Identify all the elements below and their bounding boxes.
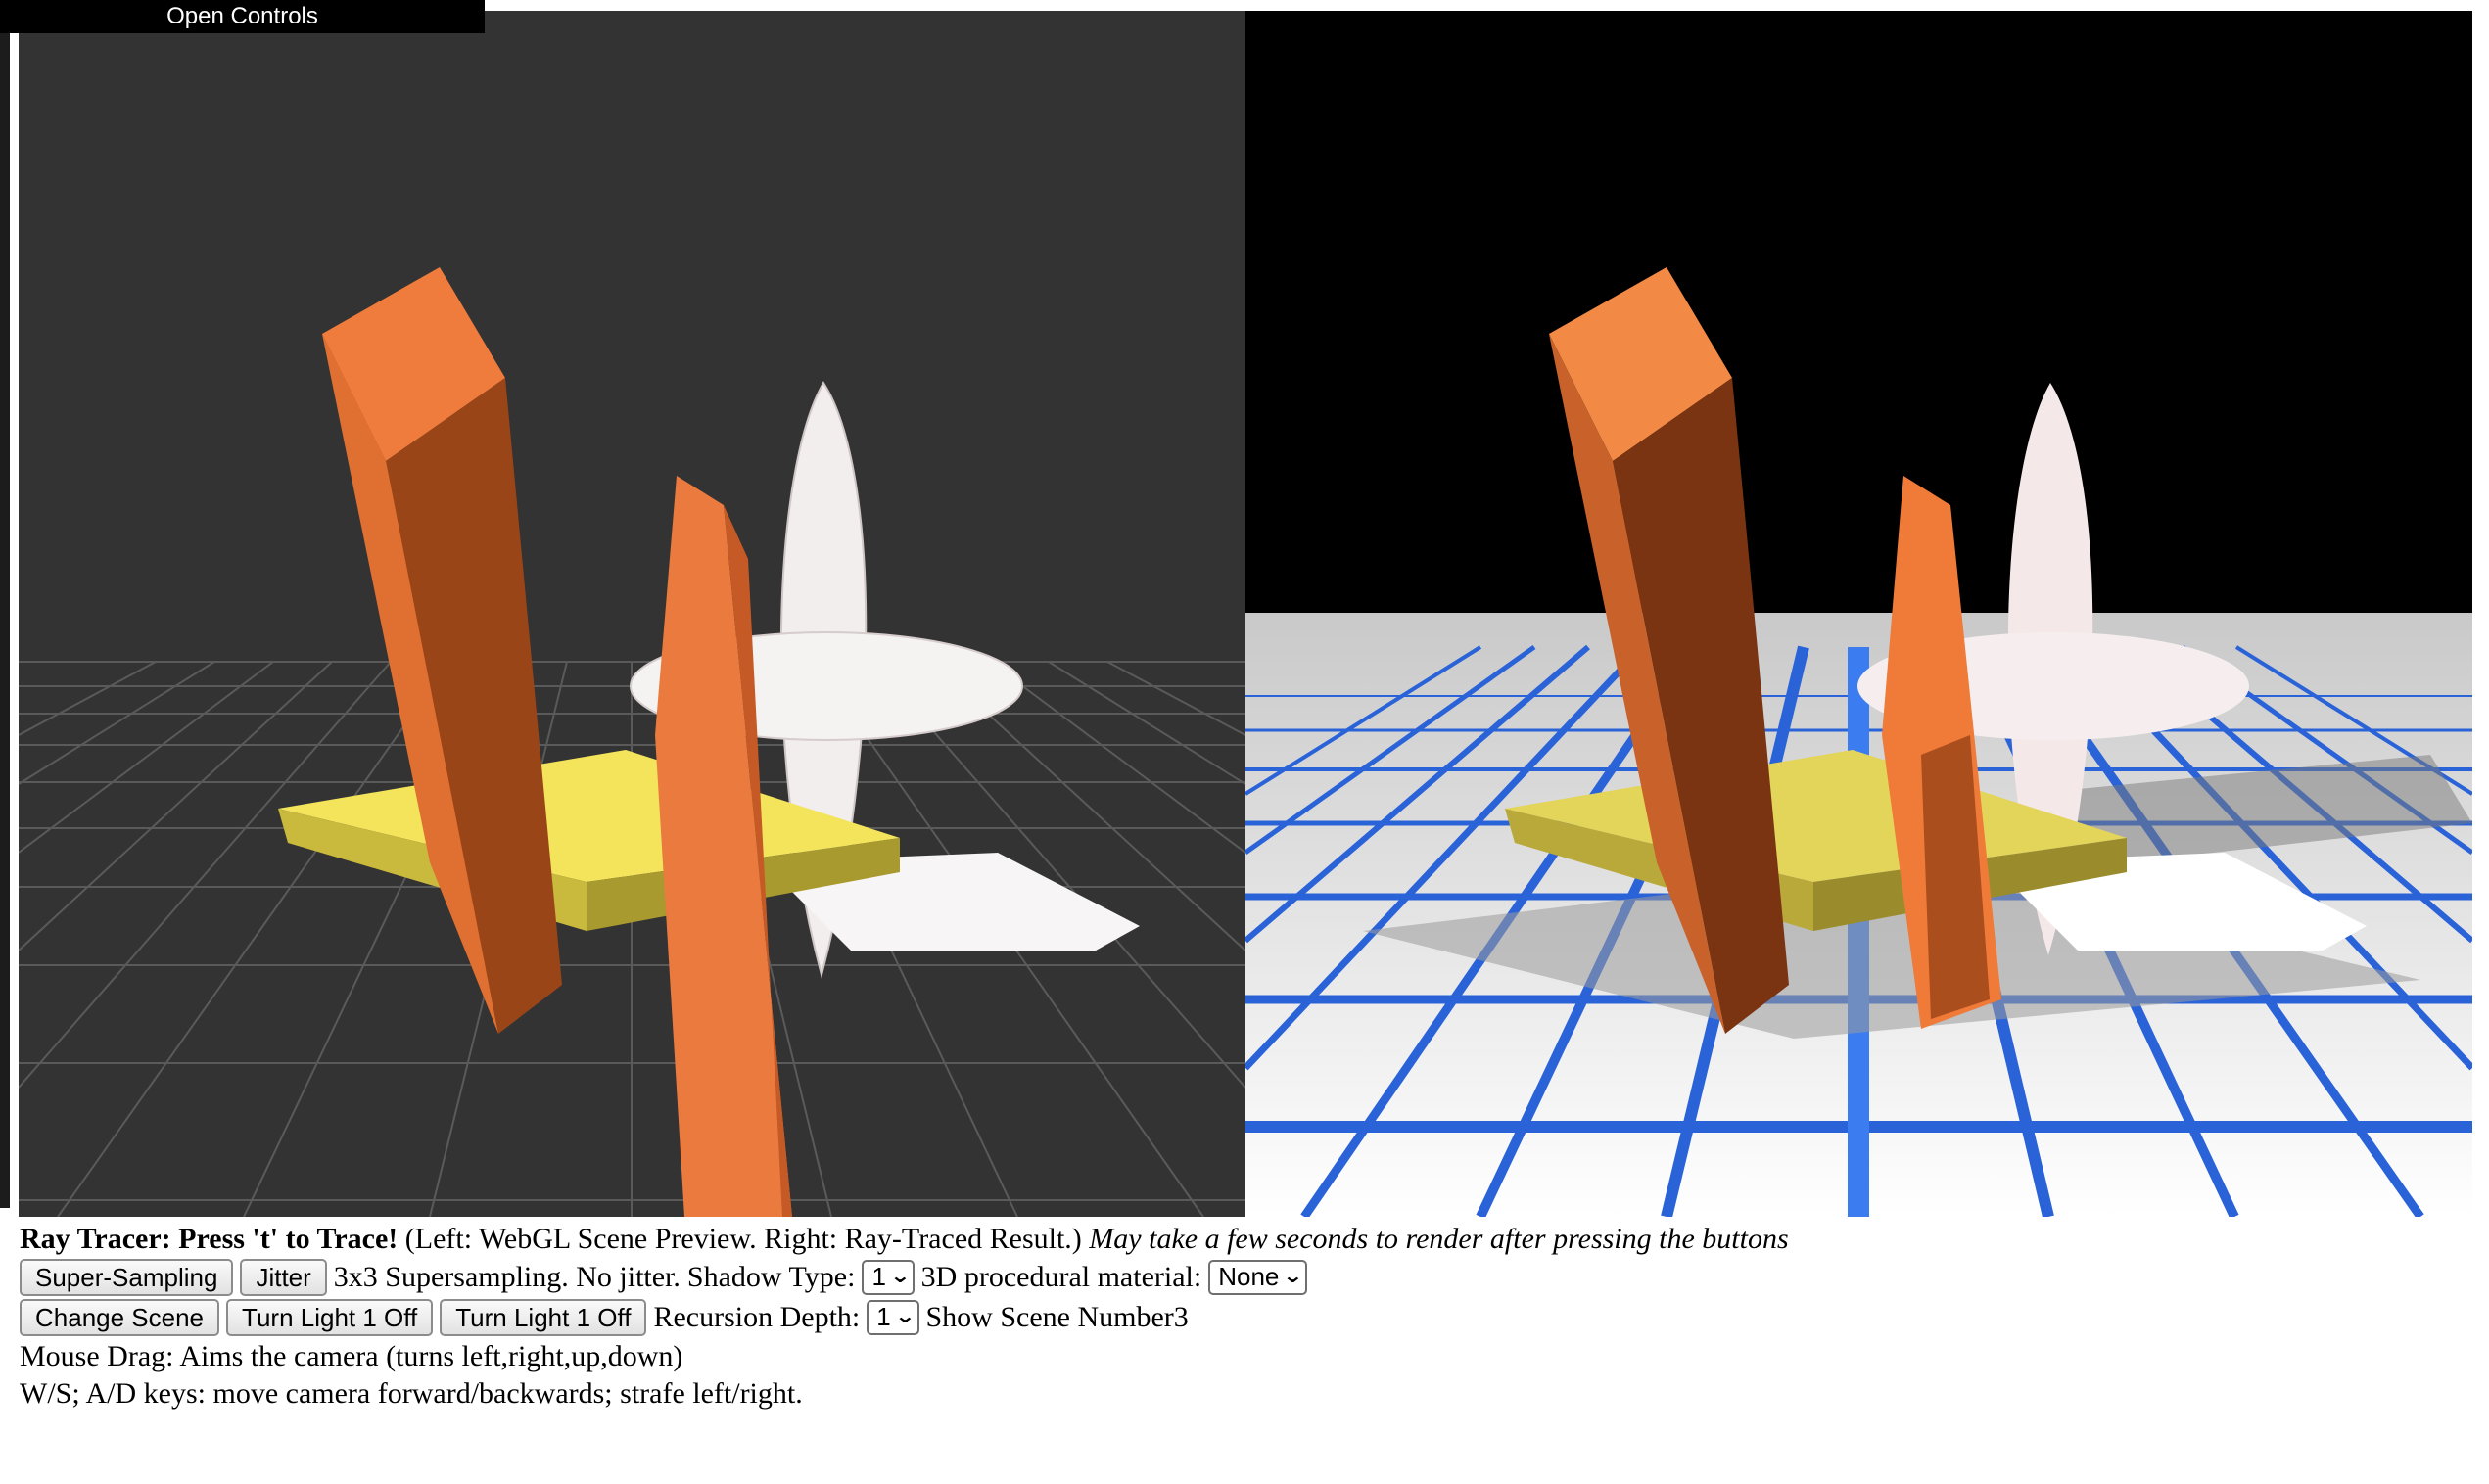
material-label: 3D procedural material:: [920, 1261, 1202, 1293]
canvas-area[interactable]: [19, 11, 2472, 1217]
open-controls-button[interactable]: Open Controls: [0, 0, 485, 33]
render-note: May take a few seconds to render after p…: [1089, 1223, 1789, 1255]
sampling-status: 3x3 Supersampling. No jitter.: [333, 1261, 681, 1293]
page-subtitle: (Left: WebGL Scene Preview. Right: Ray-T…: [404, 1223, 1082, 1255]
controls-row-1: Super-Sampling Jitter 3x3 Supersampling.…: [20, 1257, 2467, 1297]
help-mouse: Mouse Drag: Aims the camera (turns left,…: [20, 1340, 683, 1372]
jitter-button[interactable]: Jitter: [240, 1258, 327, 1296]
recursion-depth-value: 1: [876, 1302, 891, 1331]
webgl-preview-scene: [19, 11, 1245, 1217]
page-title: Ray Tracer: Press 't' to Trace!: [20, 1223, 399, 1255]
recursion-depth-label: Recursion Depth:: [653, 1301, 861, 1333]
chevron-down-icon: ⌄: [894, 1306, 916, 1327]
shadow-type-label: Shadow Type:: [686, 1261, 856, 1293]
shadow-type-select[interactable]: 1 ⌄: [862, 1259, 915, 1295]
left-edge-strip: [0, 33, 10, 1208]
recursion-depth-select[interactable]: 1 ⌄: [867, 1299, 919, 1335]
webgl-preview-canvas[interactable]: [19, 11, 1245, 1217]
scene-number-status: Show Scene Number3: [925, 1301, 1189, 1333]
shadow-type-value: 1: [871, 1262, 886, 1291]
toggle-light-1-button-2[interactable]: Turn Light 1 Off: [440, 1298, 647, 1336]
chevron-down-icon: ⌄: [1282, 1266, 1304, 1287]
material-value: None: [1218, 1262, 1280, 1291]
toggle-light-1-button[interactable]: Turn Light 1 Off: [226, 1298, 434, 1336]
controls-row-2: Change Scene Turn Light 1 Off Turn Light…: [20, 1297, 2467, 1337]
info-panel: Ray Tracer: Press 't' to Trace! (Left: W…: [20, 1220, 2467, 1412]
help-keys: W/S; A/D keys: move camera forward/backw…: [20, 1377, 803, 1410]
title-line: Ray Tracer: Press 't' to Trace! (Left: W…: [20, 1220, 2467, 1257]
super-sampling-button[interactable]: Super-Sampling: [20, 1258, 234, 1296]
ray-traced-scene: [1245, 11, 2472, 1217]
ray-traced-canvas[interactable]: [1245, 11, 2472, 1217]
material-select[interactable]: None ⌄: [1208, 1259, 1308, 1295]
chevron-down-icon: ⌄: [889, 1266, 912, 1287]
change-scene-button[interactable]: Change Scene: [20, 1298, 220, 1336]
